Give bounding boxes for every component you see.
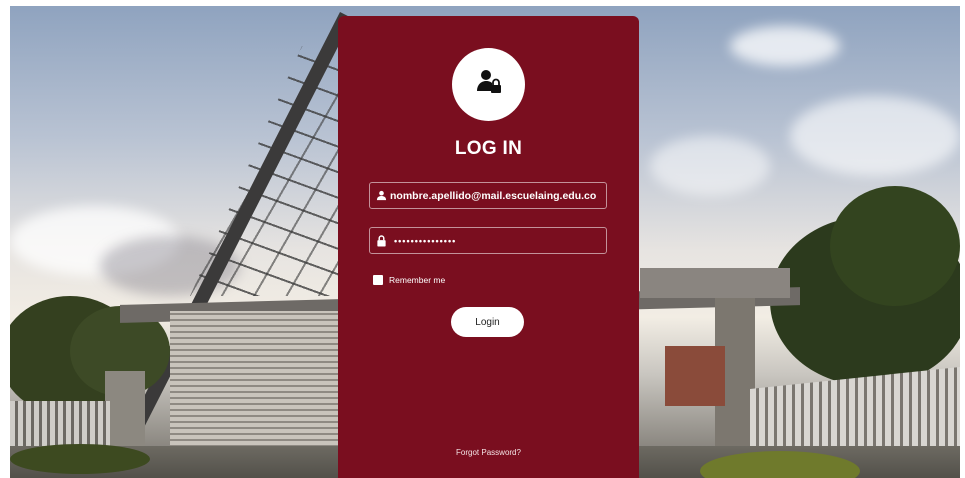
pillar: [105, 371, 145, 451]
user-lock-icon: [474, 67, 504, 102]
login-panel: LOG IN nombre.apellido@mail.escuelaing.e…: [338, 16, 639, 478]
lock-icon: [373, 233, 389, 249]
brick-building: [665, 346, 725, 406]
cloud: [790, 96, 960, 176]
email-value: nombre.apellido@mail.escuelaing.edu.co: [390, 189, 597, 202]
page-title: LOG IN: [454, 138, 523, 159]
forgot-password-link[interactable]: Forgot Password?: [338, 448, 639, 457]
cloud: [730, 26, 840, 66]
building-roof: [640, 268, 790, 298]
password-value: •••••••••••••••: [394, 235, 457, 246]
bush: [10, 444, 150, 474]
password-field[interactable]: •••••••••••••••: [369, 227, 607, 254]
user-icon: [373, 188, 389, 204]
fence: [10, 401, 110, 446]
login-button[interactable]: Login: [451, 307, 524, 337]
building-facade: [170, 311, 350, 451]
remember-me[interactable]: Remember me: [373, 275, 445, 285]
remember-me-checkbox[interactable]: [373, 275, 383, 285]
email-field[interactable]: nombre.apellido@mail.escuelaing.edu.co: [369, 182, 607, 209]
avatar: [452, 48, 525, 121]
remember-me-label: Remember me: [389, 275, 446, 285]
tree: [830, 186, 960, 306]
cloud: [650, 136, 770, 196]
